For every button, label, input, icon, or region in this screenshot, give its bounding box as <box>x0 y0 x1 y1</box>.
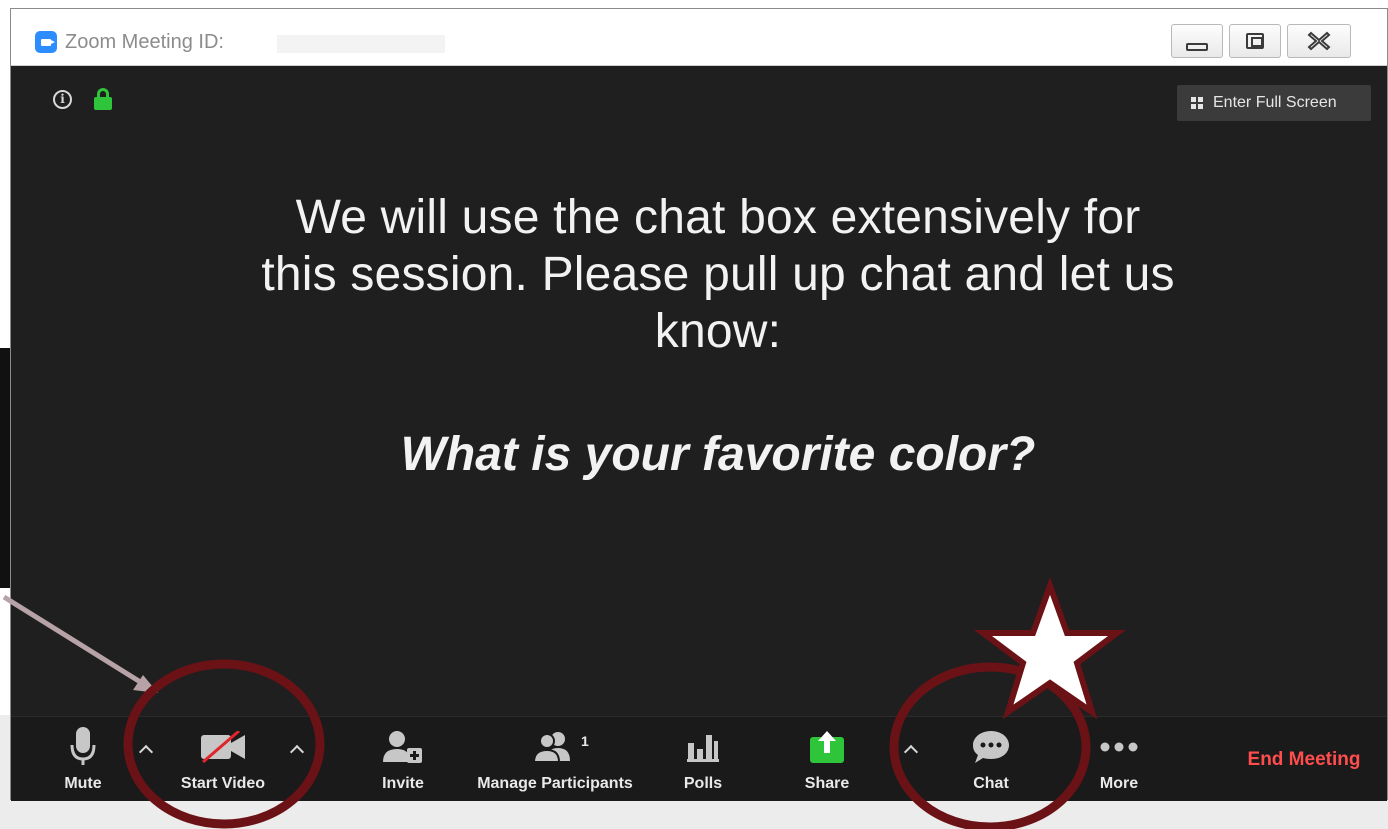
zoom-window: Zoom Meeting ID: i Enter Full Screen We … <box>10 8 1388 801</box>
audio-options-caret[interactable] <box>139 743 153 757</box>
chat-bubble-icon <box>973 731 1009 763</box>
share-button[interactable]: Share <box>795 717 859 801</box>
invite-label: Invite <box>382 775 424 792</box>
share-options-caret[interactable] <box>904 743 918 757</box>
info-icon[interactable]: i <box>53 90 72 109</box>
meeting-toolbar: Mute Start Video Invite 1 Manage Partici… <box>11 716 1387 801</box>
manage-participants-button[interactable]: 1 Manage Participants <box>463 717 647 801</box>
lock-icon[interactable] <box>94 88 112 110</box>
message-line-2: this session. Please pull up chat and le… <box>261 248 1175 301</box>
mute-button[interactable]: Mute <box>51 717 115 801</box>
share-screen-icon <box>810 731 844 763</box>
maximize-button[interactable] <box>1229 24 1281 58</box>
meeting-id-redacted <box>277 35 445 53</box>
message-line-3: know: <box>654 305 782 358</box>
chat-button[interactable]: Chat <box>959 717 1023 801</box>
enter-full-screen-button[interactable]: Enter Full Screen <box>1177 85 1371 121</box>
close-icon <box>1307 31 1331 51</box>
end-meeting-button[interactable]: End Meeting <box>1229 749 1379 771</box>
enter-full-screen-label: Enter Full Screen <box>1213 94 1337 111</box>
invite-button[interactable]: Invite <box>371 717 435 801</box>
message-line-1: We will use the chat box extensively for <box>295 191 1141 244</box>
manage-participants-label: Manage Participants <box>477 775 633 792</box>
more-dots-icon <box>1100 742 1138 752</box>
microphone-icon <box>70 727 96 765</box>
window-title: Zoom Meeting ID: <box>65 31 224 53</box>
title-bar: Zoom Meeting ID: <box>11 9 1387 66</box>
minimize-button[interactable] <box>1171 24 1223 58</box>
share-label: Share <box>804 775 850 792</box>
start-video-button[interactable]: Start Video <box>171 717 275 801</box>
minimize-icon <box>1186 43 1208 51</box>
invite-user-icon <box>383 731 422 763</box>
fullscreen-icon <box>1191 97 1203 109</box>
polls-icon <box>687 735 719 762</box>
participants-icon <box>532 732 570 763</box>
more-button[interactable]: More <box>1087 717 1151 801</box>
zoom-logo-icon <box>35 31 57 53</box>
participants-count: 1 <box>581 733 589 749</box>
more-label: More <box>1099 775 1139 792</box>
mute-label: Mute <box>64 775 102 792</box>
slide-question: What is your favorite color? <box>400 428 1036 481</box>
video-options-caret[interactable] <box>290 743 304 757</box>
video-off-icon <box>201 731 245 763</box>
start-video-label: Start Video <box>180 775 266 792</box>
chat-label: Chat <box>973 775 1009 792</box>
close-button[interactable] <box>1287 24 1351 58</box>
polls-button[interactable]: Polls <box>671 717 735 801</box>
polls-label: Polls <box>683 775 723 792</box>
maximize-icon <box>1246 33 1264 49</box>
slide-message: We will use the chat box extensively for… <box>161 189 1275 360</box>
